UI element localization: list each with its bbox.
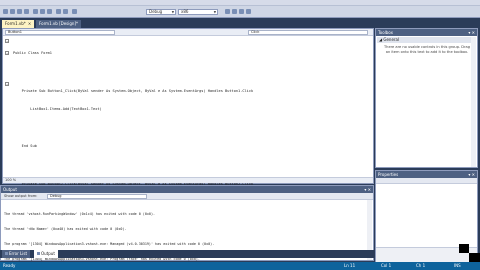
- tab-label: Form1.vb*: [5, 21, 26, 26]
- output-line: The thread '<No Name>' (0xa40) has exite…: [4, 227, 127, 231]
- paste-icon[interactable]: [47, 9, 52, 14]
- tab-output[interactable]: Output: [34, 250, 58, 258]
- code-line: End Sub: [13, 144, 37, 149]
- cut-icon[interactable]: [33, 9, 38, 14]
- chevron-down-icon: ▼: [171, 10, 174, 14]
- output-title: Output: [3, 187, 17, 192]
- close-icon[interactable]: ×: [28, 21, 31, 26]
- zoom-level[interactable]: 100 %: [5, 178, 16, 182]
- tab-label: Output: [41, 251, 55, 256]
- status-text: Ready: [3, 263, 16, 268]
- document-tabs: Form1.vb* × Form1.vb [Design]*: [0, 19, 374, 28]
- start-debugging-icon[interactable]: [72, 9, 77, 14]
- tab-form1-design[interactable]: Form1.vb [Design]*: [36, 20, 82, 28]
- tab-error-list[interactable]: Error List: [2, 250, 31, 258]
- output-source-combo[interactable]: Debug: [47, 194, 147, 199]
- overlay-block: [469, 253, 480, 262]
- solution-explorer-icon[interactable]: [232, 9, 237, 14]
- toolbox-scrollbar[interactable]: [471, 37, 476, 167]
- properties-icon[interactable]: [239, 9, 244, 14]
- class-name-value: Button1: [8, 30, 22, 34]
- method-name-combo[interactable]: Click: [248, 30, 368, 35]
- toolbox-group-general[interactable]: ◢ General: [377, 37, 476, 43]
- new-project-icon[interactable]: [3, 9, 8, 14]
- collapse-icon[interactable]: −: [5, 39, 9, 43]
- line-number: Ln 11: [344, 263, 356, 268]
- standard-toolbar: Debug ▼ x86 ▼: [0, 6, 480, 18]
- properties-title: Properties: [378, 172, 399, 177]
- panel-buttons[interactable]: ▾ ✕: [364, 186, 371, 193]
- error-list-icon: [5, 252, 8, 255]
- toolbox-title: Toolbox: [378, 30, 393, 35]
- code-editor[interactable]: Button1 Click − − − Public Class Form1 P…: [2, 28, 374, 260]
- code-line: Public Class Form1: [13, 51, 52, 56]
- outline-margin: − − −: [5, 38, 11, 138]
- find-icon[interactable]: [225, 9, 230, 14]
- overlay-block: [459, 244, 469, 253]
- panel-buttons[interactable]: ▾ ✕: [468, 171, 475, 178]
- method-name-value: Click: [251, 30, 260, 34]
- output-source-value: Debug: [50, 194, 62, 198]
- properties-header: Properties ▾ ✕: [376, 171, 477, 178]
- copy-icon[interactable]: [40, 9, 45, 14]
- tab-label: Error List: [9, 251, 28, 256]
- platform-combo[interactable]: x86 ▼: [178, 9, 218, 15]
- toolbox-header: Toolbox ▾ ✕: [376, 29, 477, 36]
- code-line: ListBox1.Items.Add(TextBox1.Text): [13, 107, 102, 112]
- undo-icon[interactable]: [56, 9, 61, 14]
- output-toolbar: Show output from: Debug: [1, 193, 373, 200]
- output-header: Output ▾ ✕: [1, 186, 373, 193]
- collapse-icon[interactable]: −: [5, 82, 9, 86]
- chevron-down-icon: ▼: [213, 10, 216, 14]
- bottom-tool-tabs: Error List Output: [0, 250, 374, 258]
- toolbox-group-label: General: [383, 37, 400, 42]
- properties-toolbar: [376, 178, 477, 184]
- output-text[interactable]: The thread 'vshost.RunParkingWindow' (0x…: [4, 202, 364, 270]
- toolbox-icon[interactable]: [246, 9, 251, 14]
- save-icon[interactable]: [17, 9, 22, 14]
- output-source-label: Show output from:: [4, 194, 38, 198]
- editor-navigation-bar: Button1 Click: [3, 29, 373, 36]
- output-line: The thread 'vshost.RunParkingWindow' (0x…: [4, 212, 156, 216]
- platform-combo-value: x86: [181, 9, 189, 14]
- output-icon: [37, 252, 40, 255]
- class-name-combo[interactable]: Button1: [5, 30, 115, 35]
- tab-form1-code[interactable]: Form1.vb* ×: [2, 20, 35, 28]
- insert-mode: INS: [454, 263, 461, 268]
- properties-panel: Properties ▾ ✕: [375, 170, 478, 270]
- collapse-icon[interactable]: −: [5, 51, 9, 55]
- redo-icon[interactable]: [63, 9, 68, 14]
- output-line: The program '[1304] WindowsApplication3.…: [4, 242, 215, 246]
- configuration-combo-value: Debug: [149, 9, 163, 14]
- save-all-icon[interactable]: [24, 9, 29, 14]
- code-line: Private Sub Button1_Click(ByVal sender A…: [13, 88, 254, 93]
- toolbox-empty-message: There are no usable controls in this gro…: [383, 45, 471, 54]
- character-number: Ch 1: [416, 263, 426, 268]
- configuration-combo[interactable]: Debug ▼: [146, 9, 176, 15]
- tab-label: Form1.vb [Design]*: [39, 21, 79, 26]
- column-number: Col 1: [381, 263, 392, 268]
- status-bar: Ready Ln 11 Col 1 Ch 1 INS: [0, 262, 480, 270]
- panel-buttons[interactable]: ▾ ✕: [468, 29, 475, 36]
- toolbox-panel: Toolbox ▾ ✕ ◢ General There are no usabl…: [375, 28, 478, 168]
- open-file-icon[interactable]: [10, 9, 15, 14]
- editor-zoom-bar: 100 %: [3, 177, 373, 183]
